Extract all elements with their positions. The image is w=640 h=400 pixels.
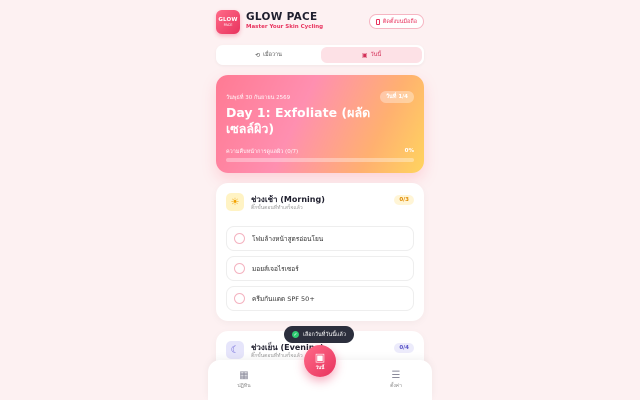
section-subtitle: ติ๊กขั้นตอนที่ทำเสร็จแล้ว <box>251 205 303 211</box>
tab-label: วันนี้ <box>370 52 382 58</box>
nav-label: ตั้งค่า <box>390 383 402 389</box>
step-label: มอยส์เจอไรเซอร์ <box>252 264 299 273</box>
sliders-icon: ☰ <box>391 370 401 381</box>
day-summary-card: วันพุธที่ 30 กันยายน 2569 วันที่ 1/4 Day… <box>216 75 424 173</box>
moon-icon: ☾ <box>226 341 244 359</box>
app-header: GLOW PACE GLOW PACE Master Your Skin Cyc… <box>216 10 424 36</box>
step-checkbox[interactable] <box>234 293 245 304</box>
progress-bar <box>226 158 414 162</box>
tab-label: เมื่อวาน <box>263 52 282 58</box>
routine-step[interactable]: ครีมกันแดด SPF 50+ <box>226 286 414 311</box>
install-app-button[interactable]: ติดตั้งบนมือถือ <box>368 14 424 29</box>
undo-icon: ⟲ <box>255 51 261 59</box>
logo-text-bottom: PACE <box>223 23 233 27</box>
step-label: โฟมล้างหน้าสูตรอ่อนโยน <box>252 234 324 243</box>
fab-label: วันนี้ <box>315 365 325 371</box>
calendar-icon: ▣ <box>361 51 368 59</box>
current-date: วันพุธที่ 30 กันยายน 2569 <box>226 95 291 101</box>
app-column: GLOW PACE GLOW PACE Master Your Skin Cyc… <box>216 0 424 400</box>
section-count-badge: 0/3 <box>394 195 414 205</box>
step-checkbox[interactable] <box>234 263 245 274</box>
cycle-day-badge: วันที่ 1/4 <box>379 91 414 103</box>
sun-icon: ☀ <box>226 193 244 211</box>
app-tagline: Master Your Skin Cycling <box>246 24 324 30</box>
day-tabs: ⟲ เมื่อวาน ▣ วันนี้ <box>216 45 424 65</box>
step-label: ครีมกันแดด SPF 50+ <box>252 294 315 303</box>
today-fab-button[interactable]: ▣ วันนี้ <box>304 345 336 377</box>
tab-today[interactable]: ▣ วันนี้ <box>321 47 422 63</box>
morning-routine-card: ☀ ช่วงเช้า (Morning) ติ๊กขั้นตอนที่ทำเสร… <box>216 183 424 321</box>
routine-step[interactable]: มอยส์เจอไรเซอร์ <box>226 256 414 281</box>
tab-yesterday[interactable]: ⟲ เมื่อวาน <box>218 47 319 63</box>
day-title: Day 1: Exfoliate (ผลัดเซลล์ผิว) <box>226 105 371 136</box>
toast-notification: ✓ เลือกวันที่วันนี้แล้ว <box>284 326 354 343</box>
install-label: ติดตั้งบนมือถือ <box>382 18 417 25</box>
calendar-check-icon: ▣ <box>314 350 326 364</box>
nav-calendar[interactable]: ▦ ปฏิทิน <box>224 370 264 390</box>
nav-label: ปฏิทิน <box>237 383 251 389</box>
phone-icon <box>375 18 380 25</box>
brand-block: GLOW PACE Master Your Skin Cycling <box>246 11 323 32</box>
calendar-icon: ▦ <box>239 370 249 381</box>
nav-settings[interactable]: ☰ ตั้งค่า <box>376 370 416 390</box>
check-icon: ✓ <box>292 331 299 338</box>
step-checkbox[interactable] <box>234 233 245 244</box>
app-name: GLOW PACE <box>246 11 318 23</box>
toast-text: เลือกวันที่วันนี้แล้ว <box>303 331 346 338</box>
section-count-badge: 0/4 <box>394 343 414 353</box>
app-logo: GLOW PACE <box>216 10 240 34</box>
section-subtitle: ติ๊กขั้นตอนที่ทำเสร็จแล้ว <box>251 353 303 359</box>
progress-label: ความคืบหน้าการดูแลผิว (0/7) <box>226 149 299 155</box>
routine-step[interactable]: โฟมล้างหน้าสูตรอ่อนโยน <box>226 226 414 251</box>
progress-percent: 0% <box>404 148 414 154</box>
